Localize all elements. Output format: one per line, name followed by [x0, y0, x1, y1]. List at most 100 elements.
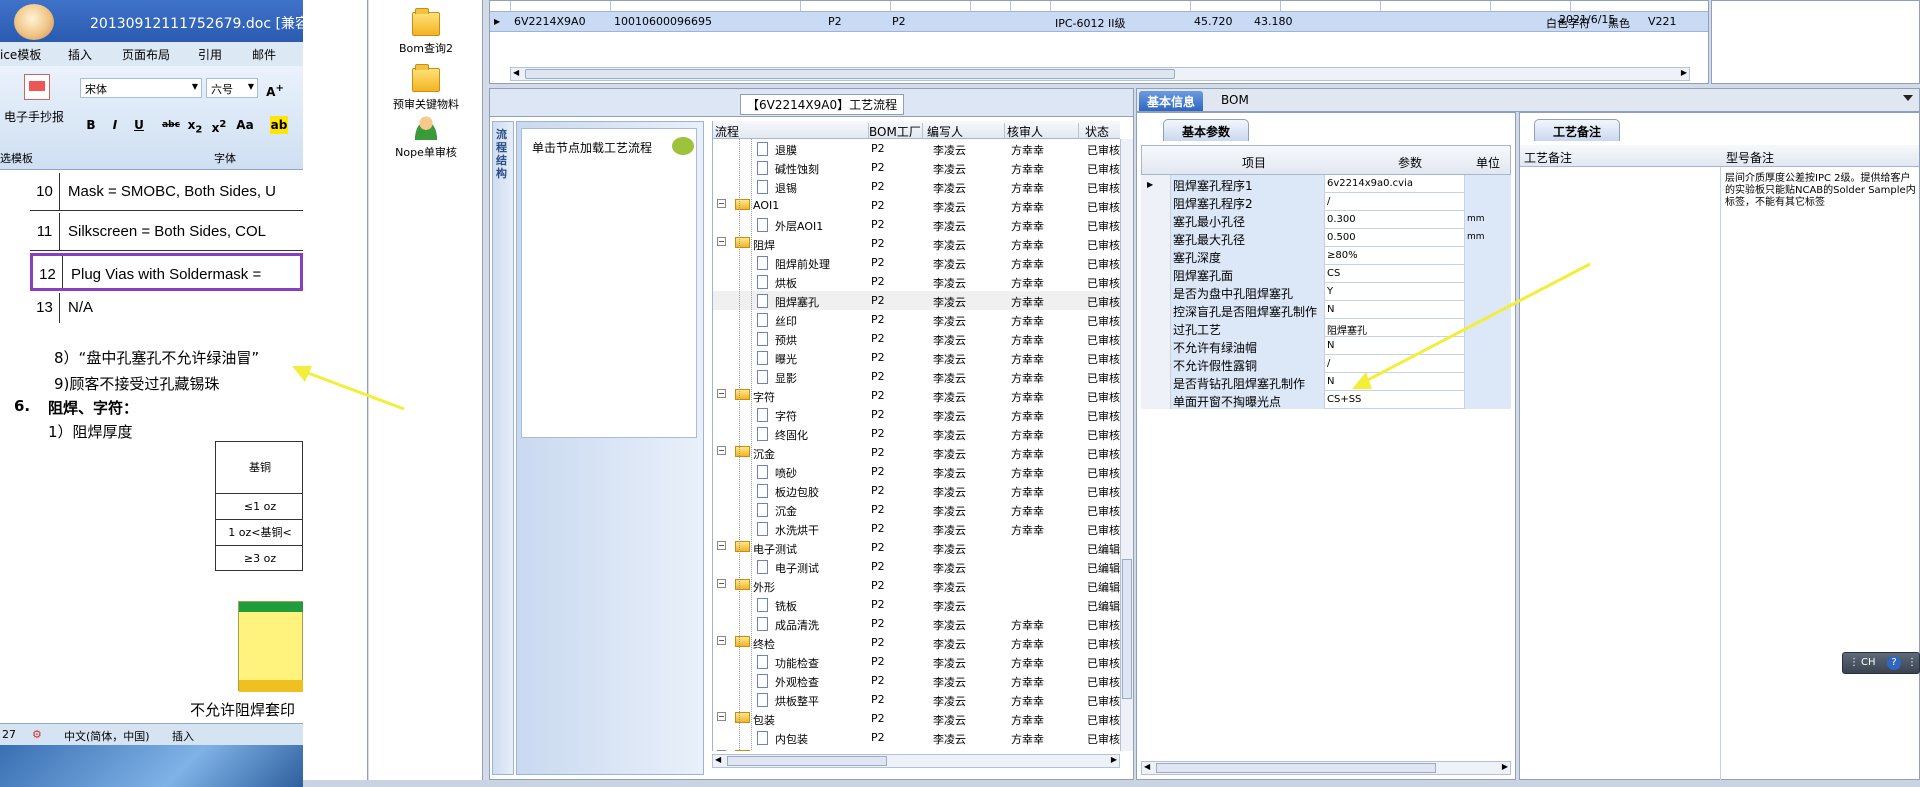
param-cell-value[interactable]: 阻焊塞孔 — [1325, 319, 1465, 337]
param-cell-value[interactable]: Y — [1325, 283, 1465, 301]
process-tree-row[interactable]: 丝印 P2 李凌云 方幸幸 已审核 — [713, 310, 1120, 329]
tab-bom[interactable]: BOM — [1213, 91, 1257, 111]
grow-font-button[interactable]: A+ — [266, 80, 284, 99]
highlight-icon[interactable]: ab — [270, 116, 288, 134]
process-tree-row[interactable]: 预烘 P2 李凌云 方幸幸 已审核 — [713, 329, 1120, 348]
collapse-icon[interactable]: − — [717, 579, 726, 588]
param-row[interactable]: 塞孔深度 ≥80% — [1141, 247, 1511, 265]
office-orb-icon[interactable] — [14, 4, 54, 40]
options-icon[interactable]: ⋮ — [1907, 657, 1917, 668]
side-tab-structure[interactable]: 流程结构 — [492, 121, 514, 775]
collapse-icon[interactable]: − — [717, 389, 726, 398]
process-tree-row[interactable]: 板边包胶 P2 李凌云 方幸幸 已审核 — [713, 481, 1120, 500]
param-row[interactable]: 过孔工艺 阻焊塞孔 — [1141, 319, 1511, 337]
ribbon-tab-layout[interactable]: 页面布局 — [122, 46, 170, 63]
handcopy-label[interactable]: 电子手抄报 — [4, 108, 64, 125]
param-cell-value[interactable]: N — [1325, 301, 1465, 319]
italic-button[interactable]: I — [106, 116, 124, 134]
param-cell-value[interactable]: 0.300 — [1325, 211, 1465, 229]
bold-button[interactable]: B — [82, 116, 100, 134]
tab-basic-info[interactable]: 基本信息 — [1139, 91, 1204, 111]
param-cell-value[interactable]: CS — [1325, 265, 1465, 283]
param-row[interactable]: 阻焊塞孔程序16v2214x9a0.cvia — [1141, 175, 1511, 193]
process-tree-row[interactable]: 水洗烘干 P2 李凌云 方幸幸 已审核 — [713, 519, 1120, 538]
cell-value1[interactable]: 45.720 — [1194, 15, 1233, 28]
process-tree-row[interactable]: 沉金 P2 李凌云 方幸幸 已审核 — [713, 500, 1120, 519]
precheck-materials-button[interactable]: 预审关键物料 — [369, 64, 483, 112]
cell-value2[interactable]: 43.180 — [1254, 15, 1293, 28]
process-tree-row[interactable]: 终固化 P2 李凌云 方幸幸 已审核 — [713, 424, 1120, 443]
process-tree-row[interactable]: 内包装 P2 李凌云 方幸幸 已审核 — [713, 728, 1120, 747]
strikethrough-button[interactable]: abc — [162, 116, 180, 134]
ribbon-tab-references[interactable]: 引用 — [198, 46, 222, 63]
process-tree-row[interactable]: 烘板整平 P2 李凌云 方幸幸 已审核 — [713, 690, 1120, 709]
ime-language-bar[interactable]: ⋮ CH ? ⋮ — [1842, 652, 1920, 674]
param-cell-value[interactable]: ≥80% — [1325, 247, 1465, 265]
font-size-select[interactable]: 六号 ▼ — [206, 78, 258, 98]
col-unit[interactable]: 单位 — [1476, 154, 1500, 171]
collapse-icon[interactable]: − — [717, 541, 726, 550]
param-row[interactable]: 是否背钻孔阻焊塞孔制作 N — [1141, 373, 1511, 391]
process-tree-row[interactable]: 显影 P2 李凌云 方幸幸 已审核 — [713, 367, 1120, 386]
cell-factory1[interactable]: P2 — [828, 15, 842, 28]
process-tree-row[interactable]: 退膜 P2 李凌云 方幸幸 已审核 — [713, 139, 1120, 158]
param-row[interactable]: 不允许有绿油帽 N — [1141, 337, 1511, 355]
process-tree-row[interactable]: 铣板 P2 李凌云 已编辑 — [713, 595, 1120, 614]
col-item[interactable]: 项目 — [1242, 154, 1266, 171]
superscript-button[interactable]: x2 — [210, 116, 228, 135]
nope-review-button[interactable]: Nope单审核 — [369, 116, 483, 160]
col-writer[interactable]: 编写人 — [927, 123, 1005, 139]
process-tree-row[interactable]: 成品清洗 P2 李凌云 方幸幸 已审核 — [713, 614, 1120, 633]
order-grid-hscroll[interactable]: ◀ ▶ — [510, 67, 1690, 81]
process-tree-row[interactable]: − 终检 P2 李凌云 方幸幸 已审核 — [713, 633, 1120, 652]
process-tree-row[interactable]: 阻焊前处理 P2 李凌云 方幸幸 已审核 — [713, 253, 1120, 272]
cell-part-number[interactable]: 6V2214X9A0 — [514, 15, 586, 28]
param-row[interactable]: 阻焊塞孔面 CS — [1141, 265, 1511, 283]
process-tree-row[interactable]: − 电子测试 P2 李凌云 已编辑 — [713, 538, 1120, 557]
collapse-icon[interactable]: − — [717, 199, 726, 208]
collapse-icon[interactable]: − — [717, 712, 726, 721]
tab-dropdown-icon[interactable] — [1903, 95, 1913, 101]
bom-query2-button[interactable]: Bom查询2 — [369, 8, 483, 56]
process-tree-row[interactable]: 功能检查 P2 李凌云 方幸幸 已审核 — [713, 652, 1120, 671]
param-row[interactable]: 塞孔最大孔径 0.500 mm — [1141, 229, 1511, 247]
process-tree-row[interactable]: 字符 P2 李凌云 方幸幸 已审核 — [713, 405, 1120, 424]
process-tree-row[interactable]: 烘板 P2 李凌云 方幸幸 已审核 — [713, 272, 1120, 291]
process-tree-row[interactable]: − 成品仓 P2 李凌云 方幸幸 已审核 — [713, 747, 1120, 751]
collapse-icon[interactable]: − — [717, 446, 726, 455]
proofing-icon[interactable]: ⚙ — [32, 728, 42, 741]
param-cell-value[interactable]: N — [1325, 373, 1465, 391]
status-language[interactable]: 中文(简体，中国) — [64, 728, 150, 744]
col-bom-factory[interactable]: BOM工厂 — [869, 123, 923, 139]
cell-factory2[interactable]: P2 — [892, 15, 906, 28]
param-cell-value[interactable]: / — [1325, 193, 1465, 211]
process-tree-row[interactable]: 电子测试 P2 李凌云 已编辑 — [713, 557, 1120, 576]
process-tree-vscroll[interactable] — [1120, 139, 1133, 751]
subtab-craft-notes[interactable]: 工艺备注 — [1534, 119, 1621, 141]
subscript-button[interactable]: x2 — [186, 116, 204, 135]
process-tree-row[interactable]: − AOI1 P2 李凌云 方幸幸 已审核 — [713, 196, 1120, 215]
cell-code[interactable]: 10010600096695 — [614, 15, 712, 28]
cell-version[interactable]: V221 — [1648, 15, 1677, 28]
collapse-icon[interactable]: − — [717, 636, 726, 645]
col-status[interactable]: 状态 — [1085, 123, 1120, 139]
process-tree-row[interactable]: 碱性蚀刻 P2 李凌云 方幸幸 已审核 — [713, 158, 1120, 177]
process-tree-row[interactable]: 阻焊塞孔 P2 李凌云 方幸幸 已审核 — [713, 291, 1120, 310]
process-tree-row[interactable]: − 外形 P2 李凌云 已编辑 — [713, 576, 1120, 595]
ime-language[interactable]: CH — [1861, 657, 1876, 668]
process-tree-row[interactable]: − 字符 P2 李凌云 方幸幸 已审核 — [713, 386, 1120, 405]
process-tree-row[interactable]: 曝光 P2 李凌云 方幸幸 已审核 — [713, 348, 1120, 367]
ribbon-tab-insert[interactable]: 插入 — [68, 46, 92, 63]
param-row[interactable]: 是否为盘中孔阻焊塞孔 Y — [1141, 283, 1511, 301]
param-cell-value[interactable]: CS+SS — [1325, 391, 1465, 409]
process-tree-row[interactable]: 喷砂 P2 李凌云 方幸幸 已审核 — [713, 462, 1120, 481]
param-row[interactable]: 阻焊塞孔程序2/ — [1141, 193, 1511, 211]
font-name-select[interactable]: 宋体 ▼ — [80, 78, 202, 98]
process-tree-row[interactable]: 外观检查 P2 李凌云 方幸幸 已审核 — [713, 671, 1120, 690]
cell-date[interactable]: 2021/6/15 — [1559, 13, 1615, 26]
col-flow[interactable]: 流程 — [715, 123, 869, 139]
param-cell-value[interactable]: 6v2214x9a0.cvia — [1325, 175, 1465, 193]
process-tree-row[interactable]: 外层AOI1 P2 李凌云 方幸幸 已审核 — [713, 215, 1120, 234]
process-tree-row[interactable]: − 包装 P2 李凌云 方幸幸 已审核 — [713, 709, 1120, 728]
change-case-button[interactable]: Aa — [236, 116, 254, 134]
